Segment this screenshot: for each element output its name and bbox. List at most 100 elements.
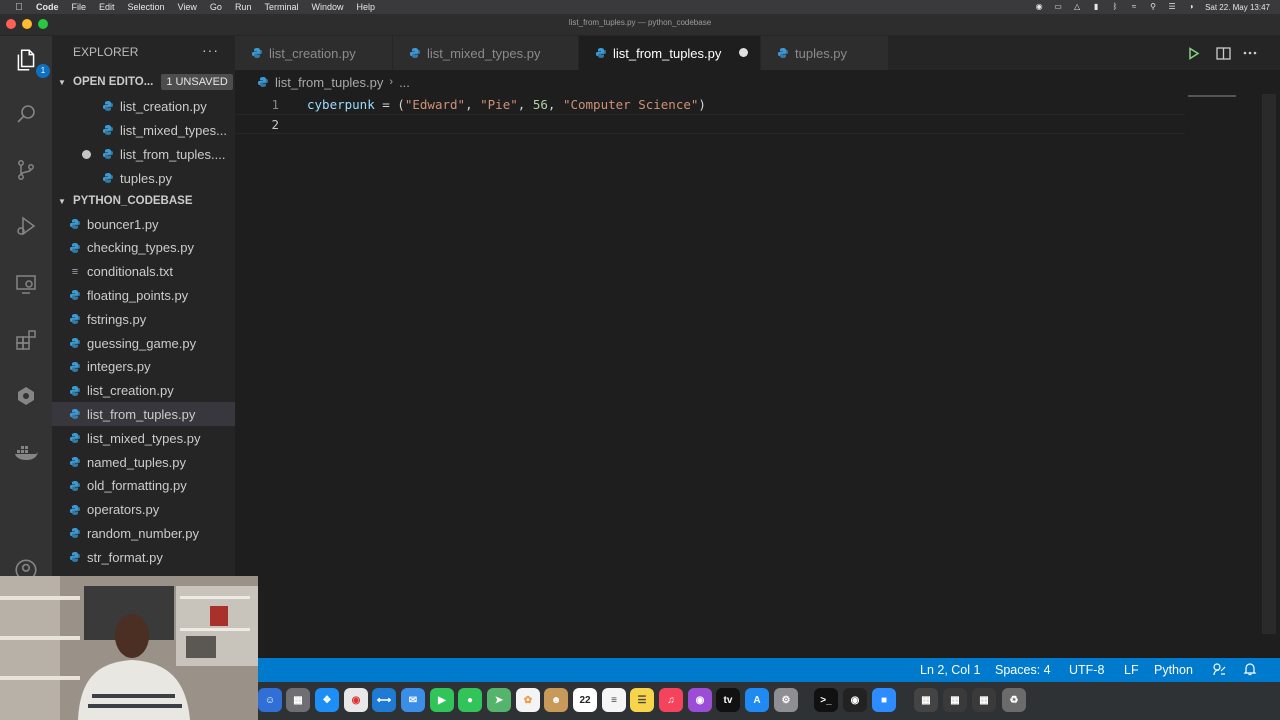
- end-of-line[interactable]: LF: [1124, 663, 1139, 677]
- display-icon[interactable]: ▭: [1053, 3, 1063, 11]
- file-tree-item[interactable]: random_number.py: [52, 521, 235, 545]
- reminders-icon[interactable]: ≡: [602, 688, 626, 712]
- code-line[interactable]: 1 cyberpunk = ("Edward", "Pie", 56, "Com…: [235, 94, 1185, 114]
- minimap[interactable]: [1188, 94, 1258, 100]
- photos-icon[interactable]: ✿: [516, 688, 540, 712]
- file-tree-item[interactable]: list_from_tuples.py: [52, 402, 235, 427]
- recent-stack-icon[interactable]: ▦: [972, 688, 996, 712]
- maps-icon[interactable]: ➤: [487, 688, 511, 712]
- finder-icon[interactable]: ☺: [258, 688, 282, 712]
- file-tree-item[interactable]: operators.py: [52, 498, 235, 522]
- folder-header[interactable]: ▼ PYTHON_CODEBASE: [52, 190, 235, 212]
- tab-list-creation[interactable]: list_creation.py: [235, 36, 393, 70]
- menu-terminal[interactable]: Terminal: [264, 2, 298, 12]
- search-activity[interactable]: [8, 96, 44, 132]
- cursor-position[interactable]: Ln 2, Col 1: [920, 663, 980, 677]
- file-tree-item[interactable]: ≡ conditionals.txt: [52, 260, 235, 284]
- safari-icon[interactable]: ❖: [315, 688, 339, 712]
- menu-app-name[interactable]: Code: [36, 2, 59, 12]
- menu-go[interactable]: Go: [210, 2, 222, 12]
- file-tree-item[interactable]: integers.py: [52, 355, 235, 379]
- siri-icon[interactable]: ◑: [1186, 3, 1196, 11]
- tab-list-from-tuples[interactable]: list_from_tuples.py: [579, 36, 761, 70]
- launchpad-icon[interactable]: ▦: [286, 688, 310, 712]
- file-tree-item[interactable]: list_creation.py: [52, 379, 235, 403]
- appstore-icon[interactable]: A: [745, 688, 769, 712]
- menubar-clock[interactable]: Sat 22. May 13:47: [1205, 3, 1270, 12]
- more-actions-button[interactable]: [1241, 44, 1259, 62]
- obs-icon[interactable]: ◉: [843, 688, 867, 712]
- file-tree-item[interactable]: fstrings.py: [52, 307, 235, 331]
- wifi-icon[interactable]: ≈: [1129, 3, 1139, 11]
- terminal-icon[interactable]: >_: [814, 688, 838, 712]
- downloads-folder-icon[interactable]: ▦: [914, 688, 938, 712]
- explorer-more-actions[interactable]: ···: [202, 42, 219, 58]
- mail-icon[interactable]: ✉: [401, 688, 425, 712]
- code-text[interactable]: cyberpunk = ("Edward", "Pie", 56, "Compu…: [307, 97, 706, 112]
- control-center-icon[interactable]: ◉: [1034, 3, 1044, 11]
- file-tree-item[interactable]: str_format.py: [52, 545, 235, 569]
- zoom-icon[interactable]: ■: [872, 688, 896, 712]
- apple-menu-icon[interactable]: : [12, 2, 26, 13]
- trash-icon[interactable]: ♻: [1002, 688, 1026, 712]
- menu-toggle-icon[interactable]: ☰: [1167, 3, 1177, 11]
- contacts-icon[interactable]: ☻: [544, 688, 568, 712]
- open-editor-item[interactable]: list_creation.py: [52, 94, 235, 118]
- editor-scrollbar[interactable]: [1262, 94, 1276, 634]
- system-preferences-icon[interactable]: ⚙: [774, 688, 798, 712]
- open-editors-header[interactable]: ▼ OPEN EDITO... 1 UNSAVED: [52, 71, 235, 93]
- file-tree-item[interactable]: named_tuples.py: [52, 450, 235, 474]
- breadcrumb-file[interactable]: list_from_tuples.py: [275, 75, 383, 90]
- file-tree-item[interactable]: list_mixed_types.py: [52, 426, 235, 450]
- remote-explorer-activity[interactable]: [8, 266, 44, 302]
- podcasts-icon[interactable]: ◉: [688, 688, 712, 712]
- encoding[interactable]: UTF-8: [1069, 663, 1104, 677]
- calendar-icon[interactable]: 22: [573, 688, 597, 712]
- file-tree-item[interactable]: floating_points.py: [52, 283, 235, 307]
- menu-view[interactable]: View: [178, 2, 197, 12]
- menu-help[interactable]: Help: [356, 2, 375, 12]
- unsaved-dot-icon[interactable]: [82, 150, 91, 159]
- extensions-activity[interactable]: [8, 322, 44, 358]
- run-python-button[interactable]: [1185, 44, 1203, 62]
- code-editor[interactable]: 1 cyberpunk = ("Edward", "Pie", 56, "Com…: [235, 94, 1280, 658]
- battery-icon[interactable]: ▮: [1091, 3, 1101, 11]
- file-tree-item[interactable]: old_formatting.py: [52, 474, 235, 498]
- documents-stack-icon[interactable]: ▦: [943, 688, 967, 712]
- music-icon[interactable]: ♫: [659, 688, 683, 712]
- split-editor-button[interactable]: [1214, 44, 1232, 62]
- menu-window[interactable]: Window: [311, 2, 343, 12]
- open-editor-item-modified[interactable]: list_from_tuples....: [52, 142, 235, 166]
- bluetooth-icon[interactable]: ᛒ: [1110, 3, 1120, 11]
- messages-icon[interactable]: ●: [458, 688, 482, 712]
- facetime-icon[interactable]: ▶: [430, 688, 454, 712]
- chrome-icon[interactable]: ◉: [344, 688, 368, 712]
- file-tree-item[interactable]: bouncer1.py: [52, 212, 235, 236]
- menu-file[interactable]: File: [72, 2, 87, 12]
- tab-tuples[interactable]: tuples.py: [761, 36, 889, 70]
- appletv-icon[interactable]: tv: [716, 688, 740, 712]
- code-line-current[interactable]: 2: [235, 114, 1185, 134]
- gitlens-activity[interactable]: [8, 378, 44, 414]
- menu-selection[interactable]: Selection: [128, 2, 165, 12]
- file-tree-item[interactable]: guessing_game.py: [52, 331, 235, 355]
- breadcrumb-symbols[interactable]: ...: [399, 75, 410, 90]
- notes-icon[interactable]: ☰: [630, 688, 654, 712]
- run-debug-activity[interactable]: [8, 208, 44, 244]
- unsaved-dot-icon[interactable]: [739, 48, 748, 57]
- docker-activity[interactable]: [8, 434, 44, 470]
- open-editor-item[interactable]: list_mixed_types...: [52, 118, 235, 142]
- open-editor-item[interactable]: tuples.py: [52, 166, 235, 190]
- vscode-icon[interactable]: ⟷: [372, 688, 396, 712]
- airplay-icon[interactable]: △: [1072, 3, 1082, 11]
- file-tree-item[interactable]: checking_types.py: [52, 236, 235, 260]
- notifications-bell-icon[interactable]: [1243, 662, 1257, 679]
- menu-edit[interactable]: Edit: [99, 2, 115, 12]
- explorer-activity[interactable]: 1: [8, 42, 50, 78]
- feedback-icon[interactable]: [1212, 662, 1226, 679]
- source-control-activity[interactable]: [8, 152, 44, 188]
- tab-list-mixed-types[interactable]: list_mixed_types.py: [393, 36, 579, 70]
- language-mode[interactable]: Python: [1154, 663, 1193, 677]
- indentation[interactable]: Spaces: 4: [995, 663, 1051, 677]
- menu-run[interactable]: Run: [235, 2, 252, 12]
